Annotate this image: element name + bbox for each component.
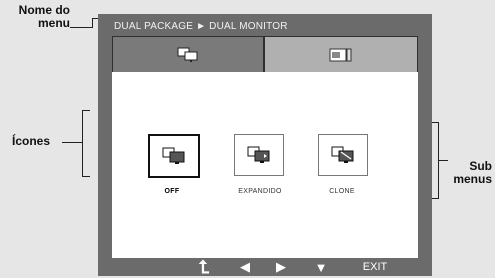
right-arrow-button[interactable]: ▶ xyxy=(272,258,290,276)
monitor-expand-icon xyxy=(247,146,270,163)
exit-button[interactable]: EXIT xyxy=(360,258,390,276)
callout-submenus-bracket-bottom xyxy=(432,198,439,199)
osd-tab-bar xyxy=(112,36,418,74)
tab-package[interactable] xyxy=(265,37,417,73)
monitor-off-icon xyxy=(162,147,185,164)
option-expandido-label: EXPANDIDO xyxy=(238,188,282,195)
callout-submenus-line2: menus xyxy=(453,172,492,186)
callout-icons-line xyxy=(62,142,82,143)
option-off-label: OFF xyxy=(164,188,180,195)
callout-submenus: Sub menus xyxy=(448,160,492,186)
left-arrow-button[interactable]: ◀ xyxy=(236,258,254,276)
back-button[interactable]: ⮤ xyxy=(194,257,214,277)
monitor-clone-icon xyxy=(331,146,354,163)
callout-menu-name-line2: menu xyxy=(37,16,70,30)
callout-submenus-line xyxy=(438,160,448,161)
option-clone-label: CLONE xyxy=(329,188,355,195)
callout-menu-line-v xyxy=(92,18,93,28)
callout-icons-bracket-top xyxy=(82,110,90,111)
callout-icons-bracket-v xyxy=(82,110,83,176)
callout-icons: Ícones xyxy=(12,134,51,148)
down-arrow-button[interactable]: ▼ xyxy=(312,258,330,276)
osd-breadcrumb: DUAL PACKAGE ► DUAL MONITOR xyxy=(114,21,288,32)
callout-menu-name: Nome do menu xyxy=(4,4,70,30)
callout-submenus-bracket-top xyxy=(432,122,439,123)
callout-menu-line-h xyxy=(70,27,92,28)
osd-window: DUAL PACKAGE ► DUAL MONITOR OFF EXPANDID… xyxy=(98,14,432,277)
osd-nav-bar: ⮤ ◀ ▶ ▼ EXIT xyxy=(112,257,418,277)
package-icon xyxy=(329,48,352,62)
osd-submenu-panel: OFF EXPANDIDO CLONE xyxy=(112,72,418,258)
dual-monitor-icon xyxy=(177,47,198,62)
callout-submenus-bracket-v xyxy=(438,122,439,198)
option-clone-button[interactable] xyxy=(318,134,368,176)
option-expandido-button[interactable] xyxy=(234,134,284,176)
option-off-button[interactable] xyxy=(148,134,200,178)
tab-dual-monitor[interactable] xyxy=(113,37,265,73)
callout-icons-bracket-bottom xyxy=(82,176,90,177)
